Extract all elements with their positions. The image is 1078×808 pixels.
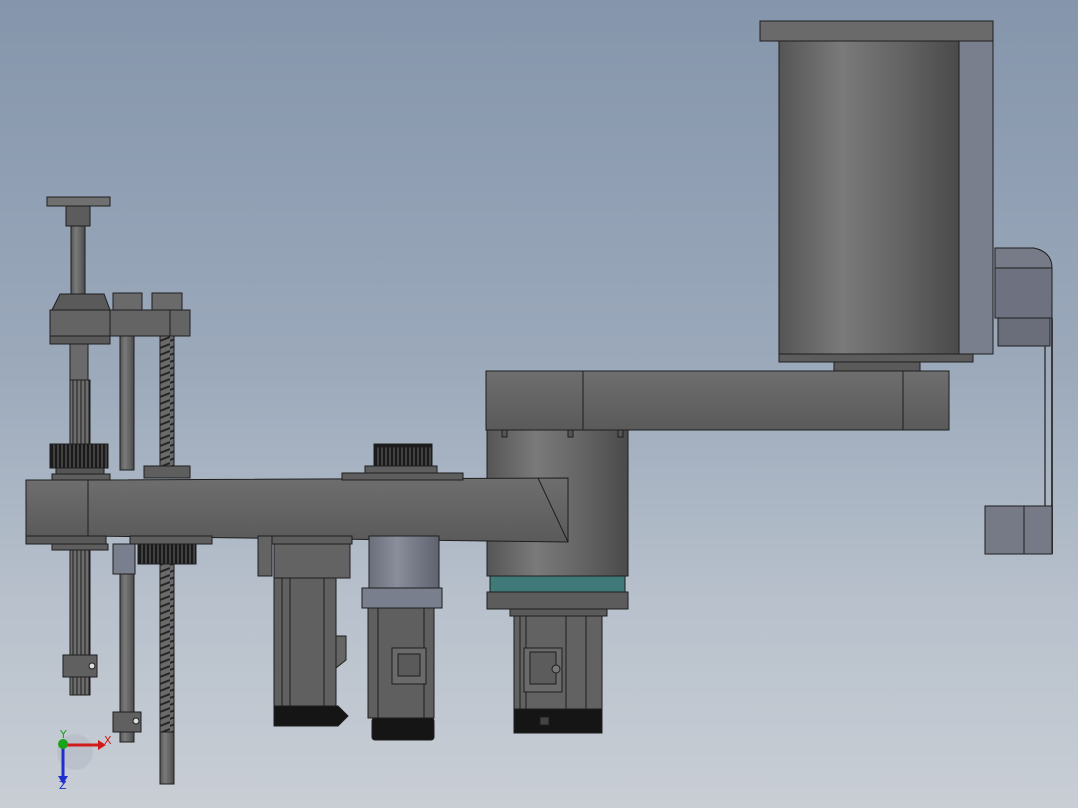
elbow-joint[interactable]: [486, 429, 629, 734]
assembly-drawing[interactable]: X Y Z: [0, 0, 1078, 808]
forearm[interactable]: [25, 477, 569, 545]
motor-b[interactable]: [361, 535, 443, 741]
main-motor[interactable]: [759, 20, 994, 372]
coordinate-triad-icon: X Y Z: [57, 728, 112, 792]
motor-a[interactable]: [257, 535, 353, 727]
cable-assembly[interactable]: [984, 247, 1053, 555]
forearm-top-pulley[interactable]: [341, 443, 464, 481]
triad-x-label: X: [104, 734, 112, 747]
upper-arm[interactable]: [485, 370, 950, 431]
ball-screw[interactable]: [129, 292, 213, 785]
triad-y-label: Y: [59, 728, 67, 741]
triad-z-label: Z: [59, 779, 67, 792]
cad-graphics-viewport[interactable]: X Y Z: [0, 0, 1078, 808]
